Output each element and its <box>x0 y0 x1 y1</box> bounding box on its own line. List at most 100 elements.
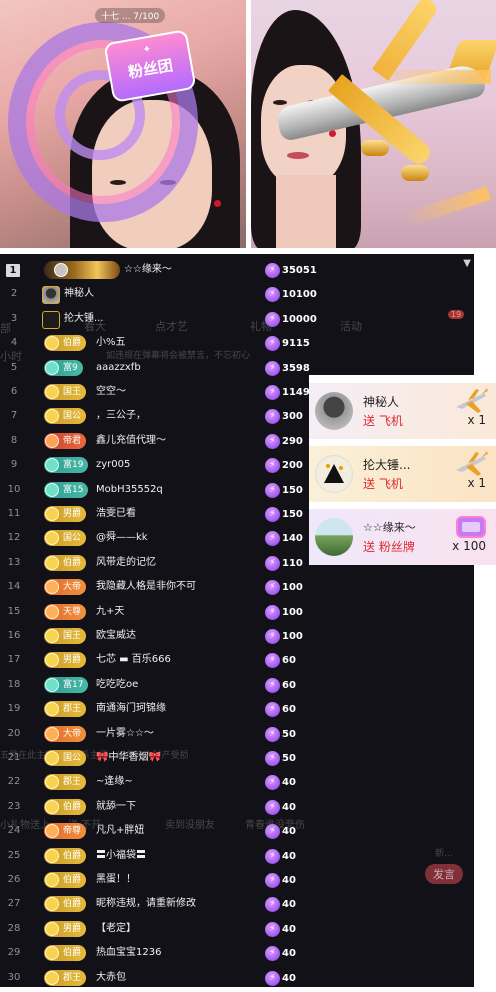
leaderboard-row[interactable]: 18 富17 吃吃吃oe ⚡ 60 <box>0 673 474 697</box>
rank-number: 2 <box>10 288 18 300</box>
airplane-icon <box>454 450 488 478</box>
rank-number: 30 <box>7 971 21 983</box>
user-name: 热血宝宝1236 <box>96 947 162 959</box>
user-name: 风带走的记忆 <box>96 556 156 568</box>
lightning-icon: ⚡ <box>265 433 280 449</box>
lightning-icon: ⚡ <box>265 482 280 498</box>
score-value: 40 <box>282 972 296 984</box>
lightning-icon: ⚡ <box>265 848 280 864</box>
lightning-icon: ⚡ <box>265 970 280 986</box>
rank-emblem-icon <box>45 775 59 790</box>
light-streak <box>401 186 491 228</box>
user-name: 抡大锤... <box>64 312 104 324</box>
plane-wing <box>371 0 441 81</box>
noble-rank-label: 天尊 <box>63 606 82 617</box>
user-name: @舜——kk <box>96 532 148 544</box>
contribution-leaderboard: 部 看大 点才艺 礼物 活动 19 小时 如违规在弹幕将会被禁言，不忘初心 五号… <box>0 254 474 987</box>
noble-rank-badge: 富15 <box>44 481 89 498</box>
noble-rank-label: 帝尊 <box>63 826 82 837</box>
leaderboard-row[interactable]: 22 郡王 ~逢缘~ ⚡ 40 <box>0 770 474 794</box>
noble-rank-badge: 大帝 <box>44 725 87 742</box>
lightning-icon: ⚡ <box>265 751 280 766</box>
leaderboard-row[interactable]: 3 抡大锤... ⚡ 10000 <box>0 307 474 331</box>
noble-rank-label: 伯爵 <box>63 801 82 812</box>
rank-number: 13 <box>7 556 21 568</box>
noble-rank-label: 国公 <box>63 753 82 763</box>
score-value: 200 <box>282 460 303 472</box>
leaderboard-row[interactable]: 25 伯爵 〓小福袋〓 ⚡ 40 <box>0 844 474 868</box>
rank-emblem-icon <box>45 751 59 765</box>
leaderboard-row[interactable]: 2 神秘人 ⚡ 10100 <box>0 282 474 306</box>
user-name: ，三公子， <box>96 410 146 422</box>
rank-emblem-icon <box>45 555 59 570</box>
noble-rank-label: 郡王 <box>63 972 82 983</box>
lightning-icon: ⚡ <box>265 824 280 840</box>
score-value: 100 <box>282 606 303 618</box>
noble-rank-badge: 国公 <box>44 750 87 766</box>
gift-count: x 1 <box>467 413 486 427</box>
gift-count: x 1 <box>467 476 486 490</box>
gift-sender-name: 抡大锤... <box>363 458 411 472</box>
rank-emblem-icon <box>45 921 59 936</box>
leaderboard-row[interactable]: 4 伯爵 小%五 ⚡ 9115 <box>0 331 474 355</box>
noble-rank-label: 富17 <box>63 679 84 690</box>
lips <box>287 152 309 159</box>
leaderboard-row[interactable]: 15 天尊 九+天 ⚡ 100 <box>0 600 474 624</box>
leaderboard-row[interactable]: 20 大帝 一片雾☆☆～ ⚡ 50 <box>0 722 474 746</box>
rank-emblem-icon <box>45 946 59 961</box>
leaderboard-row[interactable]: 26 伯爵 黑蛋！！ ⚡ 40 <box>0 868 474 892</box>
leaderboard-row[interactable]: 19 郡王 南通海门珂锦缘 ⚡ 60 <box>0 697 474 721</box>
leaderboard-row[interactable]: 27 伯爵 昵称违规，请重新修改 ⚡ 40 <box>0 892 474 916</box>
noble-rank-badge: 国公 <box>44 408 87 425</box>
user-name: 九+天 <box>96 605 125 617</box>
lightning-icon: ⚡ <box>265 507 280 522</box>
score-value: 100 <box>282 631 303 642</box>
rank-number: 4 <box>10 337 18 349</box>
score-value: 110 <box>282 557 303 569</box>
rank-number: 18 <box>7 678 21 690</box>
noble-rank-badge: 富17 <box>44 676 89 693</box>
rank-emblem-icon <box>45 629 59 643</box>
score-value: 1149 <box>282 387 310 398</box>
score-value: 10000 <box>282 313 317 325</box>
noble-rank-label: 大帝 <box>63 728 82 739</box>
rank-number: 10 <box>7 483 21 495</box>
lightning-icon: ⚡ <box>265 946 280 962</box>
leaderboard-row[interactable]: 29 伯爵 热血宝宝1236 ⚡ 40 <box>0 941 474 965</box>
lightning-icon: ⚡ <box>265 604 280 620</box>
leaderboard-row[interactable]: 24 帝尊 凡凡+胖妞 ⚡ 40 <box>0 819 474 843</box>
rank-number: 12 <box>7 532 21 544</box>
leaderboard-row[interactable]: 17 男爵 七芯 ▬ 百乐666 ⚡ 60 <box>0 648 474 672</box>
lightning-icon: ⚡ <box>265 653 280 669</box>
rank-emblem-icon <box>45 604 59 619</box>
lightning-icon: ⚡ <box>265 531 280 547</box>
leaderboard-row[interactable]: 1 ☆☆缘来～ ⚡ 35051 <box>0 258 474 282</box>
lightning-icon: ⚡ <box>265 385 280 400</box>
leaderboard-row[interactable]: 23 伯爵 就舔一下 ⚡ 40 <box>0 795 474 819</box>
leaderboard-row[interactable]: 16 国王 欧宝威达 ⚡ 100 <box>0 624 474 648</box>
user-name: 就舔一下 <box>96 800 136 812</box>
lightning-icon: ⚡ <box>265 897 280 913</box>
leaderboard-row[interactable]: 21 国公 🎀中华香烟🎀 ⚡ 50 <box>0 746 474 770</box>
rank-emblem-icon <box>45 799 59 814</box>
rank-emblem-icon <box>45 873 59 887</box>
user-name: 【老定】 <box>96 922 136 934</box>
rank-emblem-icon <box>45 336 59 351</box>
leaderboard-row[interactable]: 14 大帝 我隐藏人格是非你不可 ⚡ 100 <box>0 575 474 599</box>
noble-rank-label: 郡王 <box>63 777 82 788</box>
leaderboard-row[interactable]: 28 男爵 【老定】 ⚡ 40 <box>0 917 474 941</box>
lightning-icon: ⚡ <box>265 873 280 888</box>
rank-emblem-icon <box>45 531 59 546</box>
score-value: 40 <box>282 875 296 886</box>
noble-rank-badge: 富19 <box>44 457 89 474</box>
rank-emblem-icon <box>45 360 59 375</box>
user-name: 凡凡+胖妞 <box>96 825 145 837</box>
rank-emblem-icon <box>45 897 59 912</box>
score-value: 40 <box>282 826 296 838</box>
noble-rank-badge: 国王 <box>44 384 87 400</box>
airplane-icon <box>454 387 488 415</box>
noble-rank-label: 国王 <box>63 631 82 641</box>
noble-rank-label: 国公 <box>63 411 82 422</box>
leaderboard-row[interactable]: 30 郡王 大赤包 ⚡ 40 <box>0 966 474 987</box>
user-avatar <box>315 455 353 493</box>
